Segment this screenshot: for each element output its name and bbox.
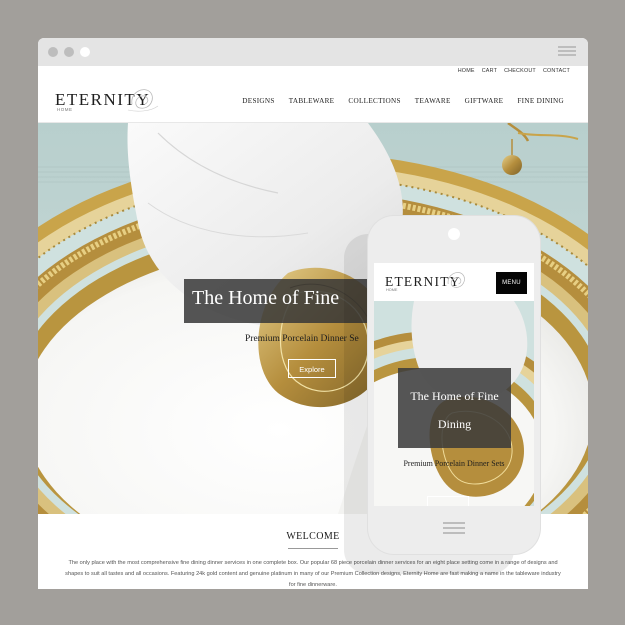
window-dot-icon[interactable]: [64, 47, 74, 57]
welcome-divider: [288, 548, 338, 549]
utility-link-contact[interactable]: CONTACT: [543, 68, 570, 74]
mobile-menu-button[interactable]: MENU: [496, 272, 527, 294]
mobile-hero-title: The Home of Fine Dining: [410, 389, 499, 431]
mobile-screen: ETERNITY HOME MENU The Home of Fine Dini…: [374, 263, 534, 506]
mobile-hero-title-box: The Home of Fine Dining: [398, 368, 511, 448]
mobile-logo-subtitle: HOME: [386, 288, 398, 292]
explore-button[interactable]: Explore: [288, 359, 336, 378]
home-button-icon[interactable]: [443, 522, 465, 536]
window-dot-icon[interactable]: [48, 47, 58, 57]
nav-item-tableware[interactable]: TABLEWARE: [289, 97, 335, 105]
nav-item-collections[interactable]: COLLECTIONS: [348, 97, 400, 105]
utility-link-home[interactable]: HOME: [458, 68, 475, 74]
hero-subtitle: Premium Porcelain Dinner Se: [245, 334, 359, 344]
utility-link-cart[interactable]: CART: [482, 68, 497, 74]
nav-item-designs[interactable]: DESIGNS: [242, 97, 274, 105]
utility-bar: HOME CART CHECKOUT CONTACT: [38, 66, 588, 80]
nav-item-fine-dining[interactable]: FINE DINING: [517, 97, 564, 105]
mobile-hero-subtitle: Premium Porcelain Dinner Sets: [403, 459, 505, 468]
mobile-explore-button[interactable]: [427, 496, 469, 506]
hero-title: The Home of Fine: [192, 287, 340, 309]
camera-icon: [448, 228, 460, 240]
main-nav: DESIGNS TABLEWARE COLLECTIONS TEAWARE GI…: [242, 97, 564, 105]
nav-item-giftware[interactable]: GIFTWARE: [465, 97, 504, 105]
mobile-header: ETERNITY HOME MENU: [374, 263, 534, 301]
site-header: ETERNITY HOME DESIGNS TABLEWARE COLLECTI…: [38, 80, 588, 123]
nav-item-teaware[interactable]: TEAWARE: [415, 97, 451, 105]
window-dot-icon[interactable]: [80, 47, 90, 57]
utility-link-checkout[interactable]: CHECKOUT: [504, 68, 536, 74]
hamburger-icon[interactable]: [558, 46, 576, 58]
logo-swirl-icon: [127, 89, 159, 112]
mobile-hero: The Home of Fine Dining Premium Porcelai…: [374, 301, 534, 506]
logo-subtitle: HOME: [57, 107, 73, 112]
mobile-device: ETERNITY HOME MENU The Home of Fine Dini…: [368, 216, 540, 554]
logo-swirl-icon: [447, 272, 465, 288]
browser-chrome-bar: [38, 38, 588, 66]
